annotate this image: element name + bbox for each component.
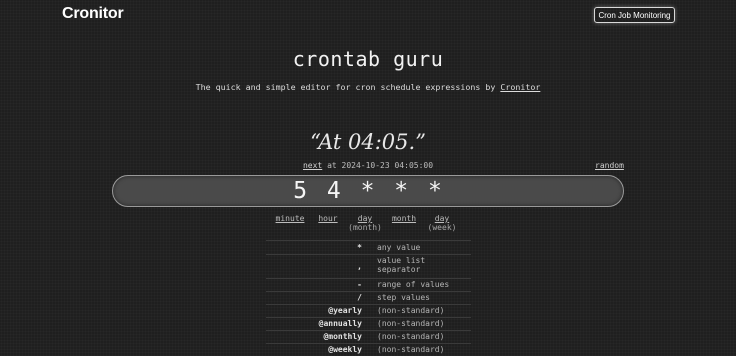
page-title: crontab guru (292, 47, 444, 71)
legend-description: (non-standard) (377, 319, 445, 328)
legend-description: value list separator (377, 256, 426, 274)
legend-description: step values (377, 293, 430, 302)
syntax-legend-table: * any value , value list separator - ran… (266, 240, 471, 356)
legend-row: @monthly (non-standard) (266, 330, 471, 343)
cron-job-monitoring-button[interactable]: Cron Job Monitoring (594, 7, 675, 23)
field-sublabel: (month) (348, 223, 382, 232)
field-month[interactable]: month (388, 214, 420, 223)
field-label[interactable]: hour (314, 214, 342, 223)
cron-expression-input[interactable]: 5 4 * * * (112, 175, 624, 207)
legend-symbol: @weekly (328, 345, 362, 354)
field-label[interactable]: month (388, 214, 420, 223)
legend-row: @yearly (non-standard) (266, 304, 471, 317)
human-readable-schedule: “At 04:05.” (310, 130, 426, 154)
legend-row: * any value (266, 240, 471, 254)
legend-description: range of values (377, 280, 450, 289)
field-label[interactable]: day (346, 214, 384, 223)
field-label[interactable]: minute (272, 214, 308, 223)
legend-symbol: , (357, 262, 362, 271)
legend-description: (non-standard) (377, 332, 445, 341)
field-day-week[interactable]: day (week) (426, 214, 458, 232)
legend-row: - range of values (266, 278, 471, 291)
legend-symbol: @annually (318, 319, 362, 328)
field-hour[interactable]: hour (314, 214, 342, 223)
legend-symbol: @yearly (328, 306, 362, 315)
cron-expression-value[interactable]: 5 4 * * * (113, 176, 623, 206)
next-run-time: at 2024-10-23 04:05:00 (327, 161, 434, 170)
field-minute[interactable]: minute (272, 214, 308, 223)
legend-symbol: - (357, 280, 362, 289)
legend-row: / step values (266, 291, 471, 304)
next-link[interactable]: next (303, 161, 322, 170)
subtitle-text: The quick and simple editor for cron sch… (195, 82, 496, 92)
legend-description: any value (377, 243, 421, 252)
legend-symbol: * (357, 243, 362, 252)
field-sublabel: (week) (427, 223, 457, 232)
field-day-month[interactable]: day (month) (346, 214, 384, 232)
legend-description: (non-standard) (377, 345, 445, 354)
legend-symbol: @monthly (323, 332, 362, 341)
random-link[interactable]: random (595, 161, 624, 170)
legend-symbol: / (357, 293, 362, 302)
legend-row: @annually (non-standard) (266, 317, 471, 330)
legend-row: , value list separator (266, 254, 471, 278)
field-label[interactable]: day (426, 214, 458, 223)
cronitor-link[interactable]: Cronitor (500, 82, 540, 92)
legend-description: (non-standard) (377, 306, 445, 315)
next-run-row: next at 2024-10-23 04:05:00 (0, 161, 736, 170)
cronitor-logo[interactable]: Cronitor (62, 5, 124, 23)
subtitle: The quick and simple editor for cron sch… (0, 82, 736, 92)
